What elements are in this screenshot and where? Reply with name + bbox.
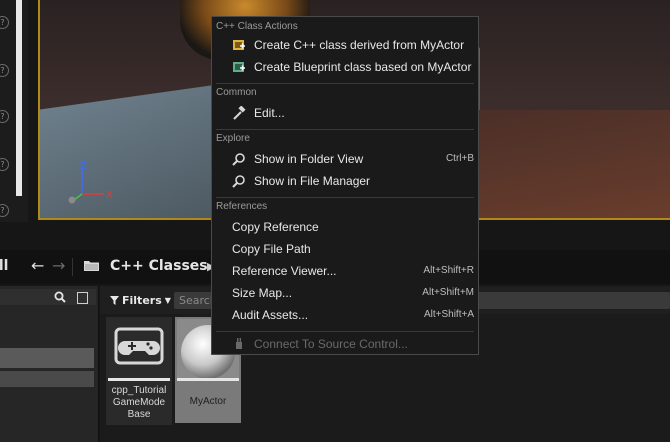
menu-separator: [216, 83, 474, 84]
edit-item[interactable]: Edit...: [214, 103, 476, 123]
help-icon[interactable]: ?: [0, 16, 9, 29]
show-in-folder-view-item[interactable]: Show in Folder View Ctrl+B: [214, 149, 476, 169]
menu-section-header: References: [216, 201, 268, 212]
menu-separator: [216, 197, 474, 198]
menu-section-header: Common: [216, 87, 257, 98]
shortcut-label: Alt+Shift+R: [423, 265, 474, 276]
audit-assets-item[interactable]: Audit Assets... Alt+Shift+A: [214, 305, 476, 325]
menu-separator: [216, 331, 474, 332]
filters-button[interactable]: Filters ▼: [106, 291, 175, 309]
copy-file-path-item[interactable]: Copy File Path: [214, 239, 476, 259]
asset-tile-label: MyActor: [189, 396, 227, 407]
asset-tile-label: cpp_Tutorial GameMode Base: [111, 385, 167, 420]
tile-type-bar: [177, 378, 239, 381]
folder-tree-row[interactable]: [0, 348, 94, 368]
folder-icon: [84, 261, 99, 271]
context-menu: C++ Class Actions Create C++ class deriv…: [211, 16, 479, 355]
viewport-floor-right: [470, 110, 670, 218]
search-icon[interactable]: [54, 291, 66, 303]
cpp-class-icon: [233, 40, 245, 50]
folder-tree-row[interactable]: [0, 371, 94, 387]
details-panel: ? ? ? ? ?: [0, 0, 28, 222]
tile-type-bar: [108, 378, 170, 381]
sources-panel: [0, 286, 99, 442]
gamemode-controller-icon: [108, 319, 170, 381]
view-options-icon[interactable]: [77, 292, 88, 304]
help-icon[interactable]: ?: [0, 204, 9, 217]
filter-funnel-icon: [110, 295, 119, 305]
back-arrow-icon[interactable]: ←: [31, 256, 44, 275]
view-mode-icon: [68, 196, 76, 204]
filters-label: Filters: [122, 293, 162, 307]
shortcut-label: Alt+Shift+A: [423, 309, 474, 320]
size-map-item[interactable]: Size Map... Alt+Shift+M: [214, 283, 476, 303]
create-blueprint-class-item[interactable]: Create Blueprint class based on MyActor: [214, 57, 476, 77]
help-icon[interactable]: ?: [0, 64, 9, 77]
menu-section-header: Explore: [216, 133, 250, 144]
connect-source-control-item[interactable]: Connect To Source Control...: [214, 334, 476, 354]
shortcut-label: Ctrl+B: [445, 153, 474, 164]
magnifier-icon: [232, 153, 245, 166]
forward-arrow-icon[interactable]: →: [52, 256, 65, 275]
path-divider: [72, 258, 73, 276]
details-scrollbar[interactable]: [16, 0, 22, 196]
edit-hammer-icon: [233, 106, 246, 120]
axis-z-label: Z: [80, 161, 87, 172]
all-label[interactable]: All: [0, 258, 8, 274]
axis-x-label: X: [106, 190, 112, 201]
magnifier-icon: [232, 175, 245, 188]
source-control-plug-icon: [236, 338, 242, 349]
menu-section-header: C++ Class Actions: [216, 21, 298, 32]
path-breadcrumb[interactable]: C++ Classes: [110, 258, 208, 274]
blueprint-class-icon: [233, 62, 245, 72]
copy-reference-item[interactable]: Copy Reference: [214, 217, 476, 237]
menu-separator: [216, 129, 474, 130]
help-icon[interactable]: ?: [0, 158, 9, 171]
chevron-down-icon: ▼: [164, 295, 171, 305]
help-icon[interactable]: ?: [0, 110, 9, 123]
axis-gizmo: Z X: [68, 161, 112, 204]
show-in-file-manager-item[interactable]: Show in File Manager: [214, 171, 476, 191]
shortcut-label: Alt+Shift+M: [422, 287, 474, 298]
create-cpp-class-item[interactable]: Create C++ class derived from MyActor: [214, 35, 476, 55]
reference-viewer-item[interactable]: Reference Viewer... Alt+Shift+R: [214, 261, 476, 281]
asset-tile-gamemode[interactable]: cpp_Tutorial GameMode Base: [106, 317, 172, 425]
